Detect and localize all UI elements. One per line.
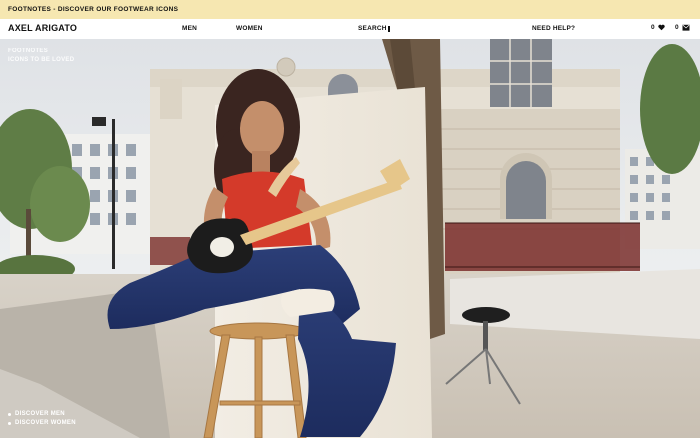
need-help-link[interactable]: NEED HELP? bbox=[532, 25, 575, 32]
search-label: SEARCH bbox=[358, 25, 387, 32]
hero-image bbox=[0, 39, 700, 438]
hero-title-line2: ICONS TO BE LOVED bbox=[8, 57, 75, 63]
discover-men-link[interactable]: DISCOVER MEN bbox=[8, 411, 76, 417]
bag-button[interactable]: 0 bbox=[675, 24, 690, 31]
wishlist-button[interactable]: 0 bbox=[651, 24, 665, 31]
discover-women-label: DISCOVER WOMEN bbox=[15, 420, 76, 426]
announcement-text[interactable]: FOOTNOTES - DISCOVER OUR FOOTWEAR ICONS bbox=[8, 6, 178, 13]
discover-men-label: DISCOVER MEN bbox=[15, 411, 65, 417]
discover-women-link[interactable]: DISCOVER WOMEN bbox=[8, 420, 76, 426]
heart-icon bbox=[657, 24, 665, 31]
hero-links: DISCOVER MEN DISCOVER WOMEN bbox=[8, 411, 76, 426]
nav-men[interactable]: MEN bbox=[182, 25, 197, 32]
bag-count: 0 bbox=[675, 24, 679, 31]
site-header: AXEL ARIGATO MEN WOMEN SEARCH NEED HELP?… bbox=[0, 19, 700, 39]
search-cursor-icon bbox=[387, 25, 390, 32]
hero-video[interactable]: FOOTNOTES ICONS TO BE LOVED DISCOVER MEN… bbox=[0, 39, 700, 438]
search-button[interactable]: SEARCH bbox=[358, 25, 390, 32]
bullet-icon bbox=[8, 421, 11, 425]
bullet-icon bbox=[8, 412, 11, 416]
announcement-bar[interactable]: FOOTNOTES - DISCOVER OUR FOOTWEAR ICONS bbox=[0, 0, 700, 19]
wishlist-count: 0 bbox=[651, 24, 655, 31]
nav-women[interactable]: WOMEN bbox=[236, 25, 263, 32]
hero-title: FOOTNOTES ICONS TO BE LOVED bbox=[8, 47, 74, 65]
bag-icon bbox=[682, 24, 690, 31]
hero-title-line1: FOOTNOTES bbox=[8, 48, 49, 54]
brand-logo[interactable]: AXEL ARIGATO bbox=[8, 23, 77, 33]
